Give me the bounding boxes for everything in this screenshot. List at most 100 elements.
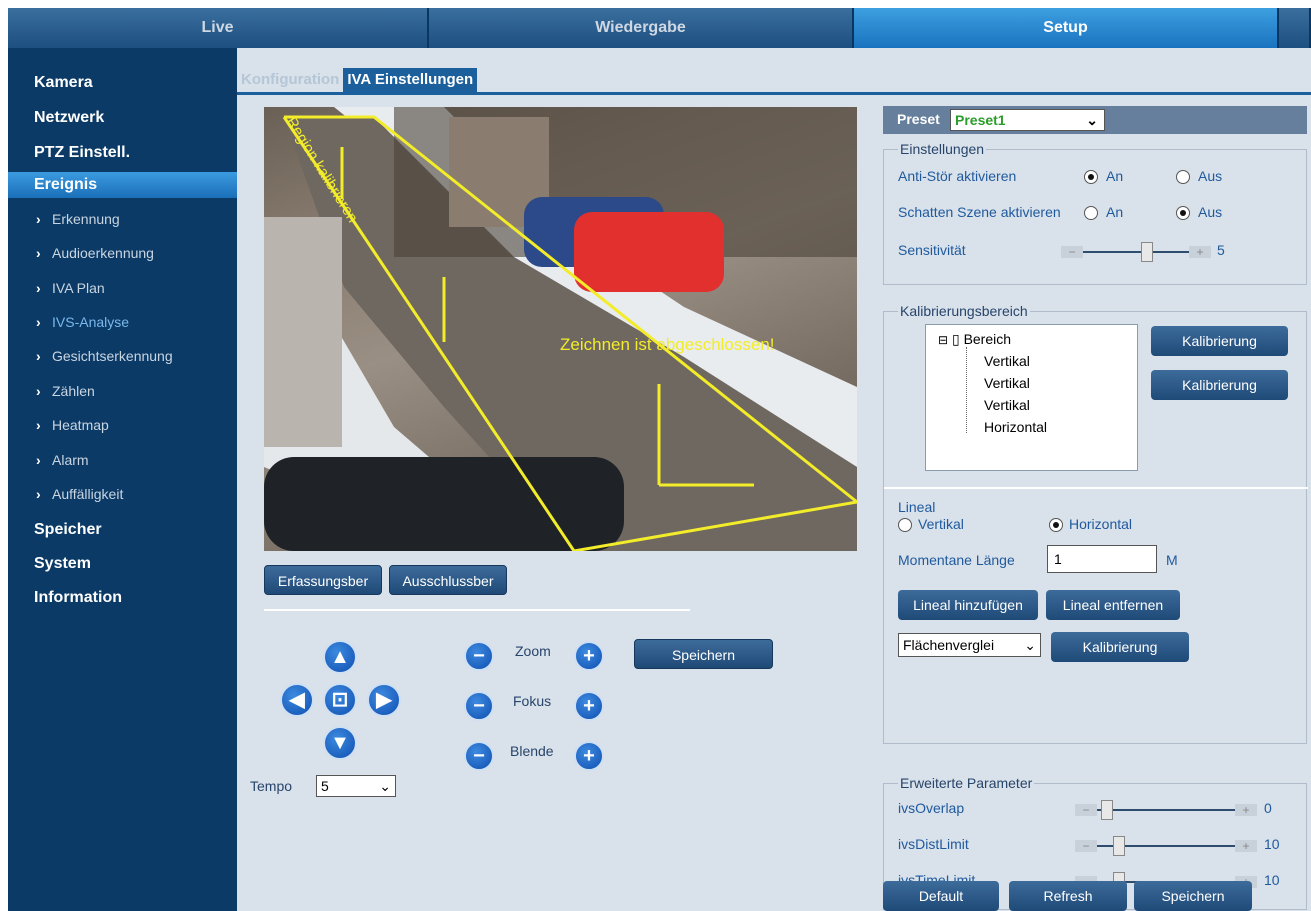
sidebar-item-ptz[interactable]: PTZ Einstell. <box>34 144 130 162</box>
ptz-right-icon[interactable]: ▶ <box>367 683 401 717</box>
settings-panel: Preset Preset1 ⌄ Einstellungen Anti-Stör… <box>883 106 1308 911</box>
chevron-right-icon: › <box>36 314 41 330</box>
ivsdistlimit-slider[interactable]: − + <box>1075 836 1257 856</box>
plus-icon[interactable]: + <box>1235 804 1257 816</box>
tree-connector <box>966 347 967 433</box>
calibration-tree[interactable]: ⊟ ▯ Bereich Vertikal Vertikal Vertikal H… <box>925 324 1138 471</box>
preset-select[interactable]: Preset1 ⌄ <box>950 109 1105 131</box>
slider-knob[interactable] <box>1141 242 1153 262</box>
tab-live[interactable]: Live <box>8 8 429 48</box>
sensitivity-slider[interactable]: − + <box>1061 242 1211 262</box>
chevron-right-icon: › <box>36 486 41 502</box>
advanced-legend: Erweiterte Parameter <box>898 775 1035 791</box>
anti-on-radio[interactable] <box>1084 170 1098 184</box>
tempo-select[interactable]: 5 ⌄ <box>316 775 396 797</box>
sidebar-item-speicher[interactable]: Speicher <box>34 521 102 539</box>
tab-wiedergabe[interactable]: Wiedergabe <box>429 8 854 48</box>
length-input[interactable]: 1 <box>1047 545 1157 573</box>
sensitivity-label: Sensitivität <box>898 242 966 258</box>
tab-setup[interactable]: Setup <box>854 8 1279 48</box>
sidebar-sub-auffaelligkeit[interactable]: › Auffälligkeit <box>36 486 123 502</box>
video-preview[interactable]: Region kalibrieren Zeichnen ist abgeschl… <box>264 107 857 551</box>
ptz-left-icon[interactable]: ◀ <box>280 683 314 717</box>
video-scene: Region kalibrieren Zeichnen ist abgeschl… <box>264 107 857 551</box>
kalibrierung-button-1[interactable]: Kalibrierung <box>1151 326 1288 356</box>
iris-plus-icon[interactable]: + <box>574 741 604 771</box>
focus-minus-icon[interactable]: − <box>464 691 494 721</box>
focus-plus-icon[interactable]: + <box>574 691 604 721</box>
divider <box>884 487 1308 489</box>
calibration-fieldset: Kalibrierungsbereich ⊟ ▯ Bereich Vertika… <box>883 303 1308 744</box>
slider-knob[interactable] <box>1101 800 1113 820</box>
iris-minus-icon[interactable]: − <box>464 741 494 771</box>
kalibrierung-button-2[interactable]: Kalibrierung <box>1151 370 1288 400</box>
sidebar-sub-alarm[interactable]: › Alarm <box>36 452 89 468</box>
sidebar-sub-erkennung[interactable]: › Erkennung <box>36 211 120 227</box>
tree-item[interactable]: Vertikal <box>984 397 1030 413</box>
chevron-down-icon: ⌄ <box>1086 112 1098 128</box>
calibration-legend: Kalibrierungsbereich <box>898 303 1030 319</box>
chevron-down-icon: ⌄ <box>379 778 391 794</box>
ivsoverlap-slider[interactable]: − + <box>1075 800 1257 820</box>
lineal-add-button[interactable]: Lineal hinzufügen <box>898 590 1038 620</box>
ruler-horizontal-radio[interactable] <box>1049 518 1063 532</box>
tempo-label: Tempo <box>250 778 293 794</box>
minus-icon[interactable]: − <box>1061 246 1083 258</box>
zoom-label: Zoom <box>515 643 551 659</box>
sidebar-sub-gesichtserkennung[interactable]: › Gesichtserkennung <box>36 348 173 364</box>
slider-knob[interactable] <box>1113 836 1125 856</box>
anti-off-radio[interactable] <box>1176 170 1190 184</box>
tree-item[interactable]: Horizontal <box>984 419 1047 435</box>
param-value: 10 <box>1264 872 1280 888</box>
tab-iva-einstellungen[interactable]: IVA Einstellungen <box>343 68 478 92</box>
ruler-vertical-radio[interactable] <box>898 518 912 532</box>
plus-icon[interactable]: + <box>1189 246 1211 258</box>
collapse-icon[interactable]: ⊟ <box>938 333 948 347</box>
zoom-plus-icon[interactable]: + <box>574 641 604 671</box>
sidebar-sub-ivs-analyse[interactable]: › IVS-Analyse <box>36 314 129 330</box>
comparison-select[interactable]: Flächenverglei ⌄ <box>898 633 1041 657</box>
sidebar-item-system[interactable]: System <box>34 555 91 573</box>
sidebar-item-information[interactable]: Information <box>34 589 122 607</box>
settings-legend: Einstellungen <box>898 141 987 157</box>
chevron-down-icon: ⌄ <box>1024 637 1036 653</box>
length-unit: M <box>1166 552 1178 568</box>
save-button[interactable]: Speichern <box>1134 881 1252 911</box>
refresh-button[interactable]: Refresh <box>1009 881 1127 911</box>
preset-bar: Preset Preset1 ⌄ <box>883 106 1307 134</box>
tree-item[interactable]: Vertikal <box>984 353 1030 369</box>
shadow-off-radio[interactable] <box>1176 206 1190 220</box>
sidebar-item-kamera[interactable]: Kamera <box>34 74 93 92</box>
tree-item[interactable]: Vertikal <box>984 375 1030 391</box>
minus-icon[interactable]: − <box>1075 840 1097 852</box>
ruler-horizontal-label: Horizontal <box>1069 516 1133 532</box>
shadow-on-radio[interactable] <box>1084 206 1098 220</box>
kalibrierung-button-3[interactable]: Kalibrierung <box>1051 632 1189 662</box>
sidebar-sub-iva-plan[interactable]: › IVA Plan <box>36 280 105 296</box>
default-button[interactable]: Default <box>883 881 999 911</box>
shadow-on-label: An <box>1106 204 1124 220</box>
param-name: ivsOverlap <box>898 800 965 816</box>
sidebar-item-netzwerk[interactable]: Netzwerk <box>34 109 104 127</box>
zoom-minus-icon[interactable]: − <box>464 641 494 671</box>
ptz-save-button[interactable]: Speichern <box>634 639 773 669</box>
ptz-center-icon[interactable]: ⊡ <box>323 683 357 717</box>
plus-icon[interactable]: + <box>1235 840 1257 852</box>
ptz-up-icon[interactable]: ▲ <box>323 640 357 674</box>
sidebar-item-ereignis[interactable]: Ereignis <box>34 176 97 194</box>
sidebar-sub-zaehlen[interactable]: › Zählen <box>36 383 95 399</box>
sidebar-sub-audioerkennung[interactable]: › Audioerkennung <box>36 245 154 261</box>
chevron-right-icon: › <box>36 383 41 399</box>
minus-icon[interactable]: − <box>1075 804 1097 816</box>
lineal-remove-button[interactable]: Lineal entfernen <box>1046 590 1180 620</box>
tab-konfiguration[interactable]: Konfiguration <box>237 68 343 92</box>
chevron-right-icon: › <box>36 417 41 433</box>
sidebar-sub-heatmap[interactable]: › Heatmap <box>36 417 109 433</box>
tree-root[interactable]: ⊟ ▯ Bereich <box>938 331 1011 348</box>
param-value: 0 <box>1264 800 1272 816</box>
ptz-down-icon[interactable]: ▼ <box>323 726 357 760</box>
erfassungsbereich-button[interactable]: Erfassungsber <box>264 565 382 595</box>
chevron-right-icon: › <box>36 280 41 296</box>
preset-label: Preset <box>897 111 940 127</box>
ausschlussbereich-button[interactable]: Ausschlussber <box>389 565 507 595</box>
